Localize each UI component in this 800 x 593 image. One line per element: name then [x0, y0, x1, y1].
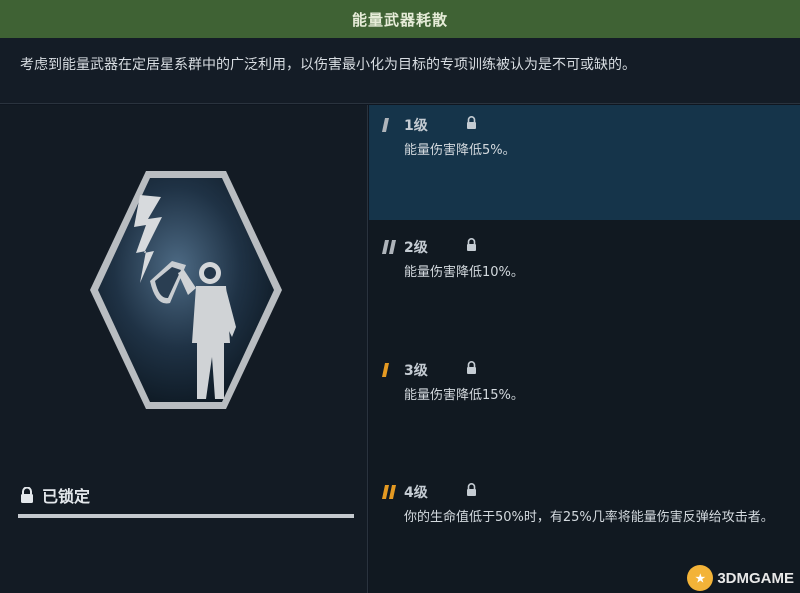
watermark-logo-icon: ★: [687, 565, 714, 591]
lock-icon: [467, 116, 476, 129]
rank-progress-bar: [18, 514, 354, 518]
rank-effect-text: 你的生命值低于50%时，有25%几率将能量伤害反弹给攻击者。: [404, 510, 774, 525]
energy-weapon-dissipation-badge-icon: [90, 171, 282, 409]
rank-effect-text: 能量伤害降低15%。: [404, 388, 524, 403]
locked-status: 已锁定: [20, 483, 90, 507]
rank-level-label: 4级: [404, 485, 428, 501]
locked-status-label: 已锁定: [42, 487, 91, 506]
rank-level-label: 2级: [404, 240, 428, 256]
rank-3[interactable]: 3级 能量伤害降低15%。: [369, 350, 800, 465]
rank-effect-text: 能量伤害降低10%。: [404, 265, 524, 280]
rank-1-marker-icon: [382, 118, 389, 132]
rank-4-marker-icon: [382, 485, 396, 499]
skill-title-bar: 能量武器耗散: [0, 0, 800, 38]
site-watermark: ★ 3DMGAME: [687, 565, 794, 591]
rank-list: 1级 能量伤害降低5%。 2级 能量伤害降低10%。 3级 能量伤害降低15%。: [369, 105, 800, 593]
rank-2[interactable]: 2级 能量伤害降低10%。: [369, 227, 800, 342]
rank-effect-text: 能量伤害降低5%。: [404, 143, 516, 158]
lock-icon: [21, 487, 33, 503]
rank-level-label: 3级: [404, 363, 428, 379]
rank-level-label: 1级: [404, 118, 428, 134]
rank-3-marker-icon: [382, 363, 389, 377]
lock-icon: [467, 361, 476, 374]
rank-1[interactable]: 1级 能量伤害降低5%。: [369, 105, 800, 220]
watermark-text: 3DMGAME: [717, 569, 794, 587]
lock-icon: [467, 483, 476, 496]
rank-2-marker-icon: [382, 240, 396, 254]
lock-icon: [467, 238, 476, 251]
skill-title: 能量武器耗散: [351, 10, 448, 29]
skill-badge-panel: 已锁定: [0, 105, 368, 593]
skill-description: 考虑到能量武器在定居星系群中的广泛利用，以伤害最小化为目标的专项训练被认为是不可…: [0, 38, 800, 104]
